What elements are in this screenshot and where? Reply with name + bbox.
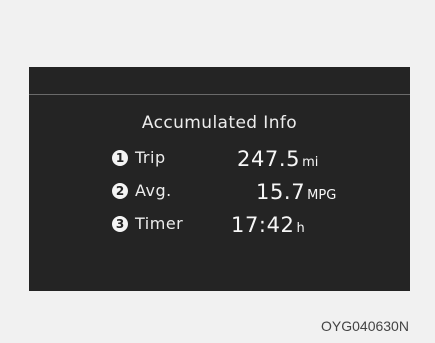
number-badge-icon: 3 [112, 216, 128, 232]
timer-row: 3 Timer 17:42 h [29, 213, 410, 237]
trip-value-group: 247.5 mi [237, 147, 318, 171]
avg-unit: MPG [307, 188, 337, 203]
avg-row: 2 Avg. 15.7 MPG [29, 180, 410, 204]
screen-title: Accumulated Info [141, 113, 298, 133]
trip-unit: mi [302, 155, 319, 170]
trip-row: 1 Trip 247.5 mi [29, 147, 410, 171]
cluster-display-panel: Accumulated Info 1 Trip 247.5 mi 2 Avg. 1… [29, 67, 410, 291]
avg-value-group: 15.7 MPG [256, 180, 336, 204]
trip-label: Trip [135, 148, 166, 167]
figure-code: OYG040630N [321, 318, 409, 334]
timer-label: Timer [135, 214, 184, 233]
avg-label: Avg. [135, 181, 172, 200]
timer-unit: h [296, 221, 305, 236]
number-badge-icon: 1 [112, 150, 128, 166]
avg-value: 15.7 [256, 180, 306, 204]
top-divider [29, 94, 410, 95]
number-badge-icon: 2 [112, 183, 128, 199]
timer-value: 17:42 [231, 213, 295, 237]
timer-value-group: 17:42 h [231, 213, 305, 237]
trip-value: 247.5 [237, 147, 301, 171]
